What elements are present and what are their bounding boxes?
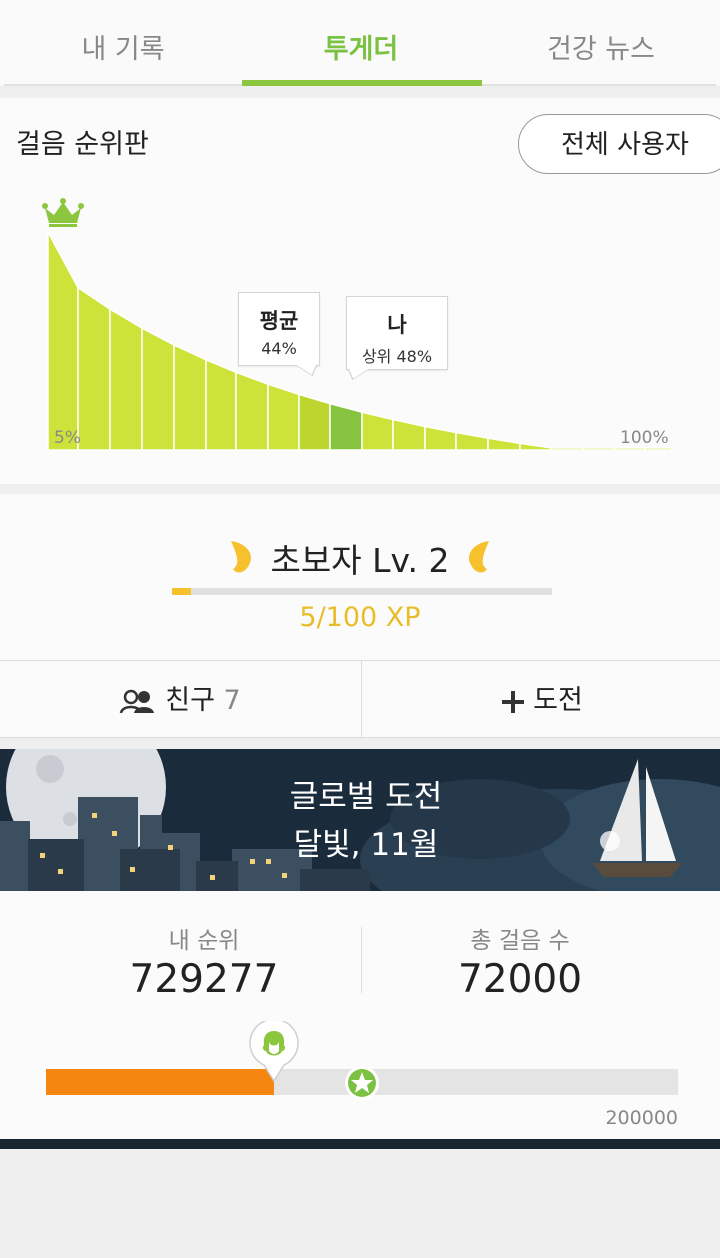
distribution-bar <box>205 358 237 451</box>
xp-progress-bar <box>172 588 552 595</box>
my-rank-callout: 나 상위 48% <box>346 296 448 370</box>
distribution-bar <box>329 402 363 451</box>
challenge-progress-fill <box>46 1069 274 1095</box>
tab-bar: 내 기록 투게더 건강 뉴스 <box>0 0 720 86</box>
tab-together[interactable]: 투게더 <box>242 0 480 86</box>
challenge-button[interactable]: 도전 <box>362 661 720 739</box>
leaderboard-title: 걸음 순위판 <box>16 129 149 160</box>
distribution-bar <box>519 442 552 451</box>
distribution-bar <box>47 231 79 451</box>
friends-button[interactable]: 친구 7 <box>0 661 360 739</box>
my-rank-value: 729277 <box>129 957 279 1002</box>
wing-right-icon <box>468 541 489 573</box>
global-challenge-banner[interactable]: 글로벌 도전 달빛, 11월 <box>0 749 720 891</box>
friends-label: 친구 <box>165 685 215 716</box>
axis-start-label: 5% <box>54 428 81 448</box>
banner-footer-band <box>0 1139 720 1149</box>
leaderboard-card: 걸음 순위판 전체 사용자 평균 44% 나 상위 48% 5% 100% <box>0 98 720 484</box>
average-label: 평균 <box>259 309 299 333</box>
xp-text: 5/100 XP <box>299 602 421 633</box>
level-card: 초보자 Lv. 2 5/100 XP <box>0 494 720 660</box>
distribution-bar <box>361 411 394 451</box>
distribution-bar <box>424 425 457 451</box>
distribution-bar <box>487 437 521 451</box>
distribution-bar <box>298 393 331 451</box>
challenge-label: 도전 <box>533 685 583 716</box>
friends-count: 7 <box>223 685 241 716</box>
social-row: 친구 7 도전 <box>0 660 720 739</box>
distribution-bar <box>392 418 426 451</box>
distribution-bar <box>141 326 175 451</box>
distribution-bar <box>267 383 300 451</box>
distribution-bar <box>77 286 111 451</box>
distribution-bar <box>109 307 143 451</box>
xp-progress-fill <box>172 588 191 595</box>
active-tab-indicator <box>242 80 482 86</box>
challenge-subtitle: 달빛, 11월 <box>293 827 439 863</box>
distribution-bar <box>613 447 646 451</box>
level-title: 초보자 Lv. 2 <box>270 541 450 580</box>
plus-icon <box>502 690 525 713</box>
distribution-bar <box>644 447 673 451</box>
me-label: 나 <box>387 313 407 337</box>
all-users-button[interactable]: 전체 사용자 <box>518 114 720 174</box>
axis-end-label: 100% <box>620 428 669 448</box>
wing-left-icon <box>231 541 252 573</box>
challenge-title: 글로벌 도전 <box>289 779 443 815</box>
tab-health-news[interactable]: 건강 뉴스 <box>482 0 720 86</box>
average-callout: 평균 44% <box>238 292 320 366</box>
average-value: 44% <box>261 339 297 358</box>
tab-my-records[interactable]: 내 기록 <box>4 0 242 86</box>
avatar-marker-icon <box>249 1021 299 1083</box>
total-steps-label: 총 걸음 수 <box>470 928 570 954</box>
banner-text: 글로벌 도전 달빛, 11월 <box>0 773 720 869</box>
distribution-bar <box>550 447 584 451</box>
challenge-stats-card: 내 순위 729277 총 걸음 수 72000 200000 <box>0 891 720 1139</box>
total-steps-value: 72000 <box>457 957 583 1002</box>
distribution-bar <box>235 371 269 451</box>
distribution-bar <box>173 343 207 451</box>
star-marker-icon <box>345 1066 379 1100</box>
distribution-bar <box>455 431 489 451</box>
goal-value: 200000 <box>605 1107 678 1129</box>
my-rank-label: 내 순위 <box>168 928 240 954</box>
crown-icon <box>42 198 84 227</box>
me-percentile: 상위 48% <box>361 347 433 366</box>
distribution-bar <box>582 447 615 451</box>
friends-icon <box>120 689 155 713</box>
